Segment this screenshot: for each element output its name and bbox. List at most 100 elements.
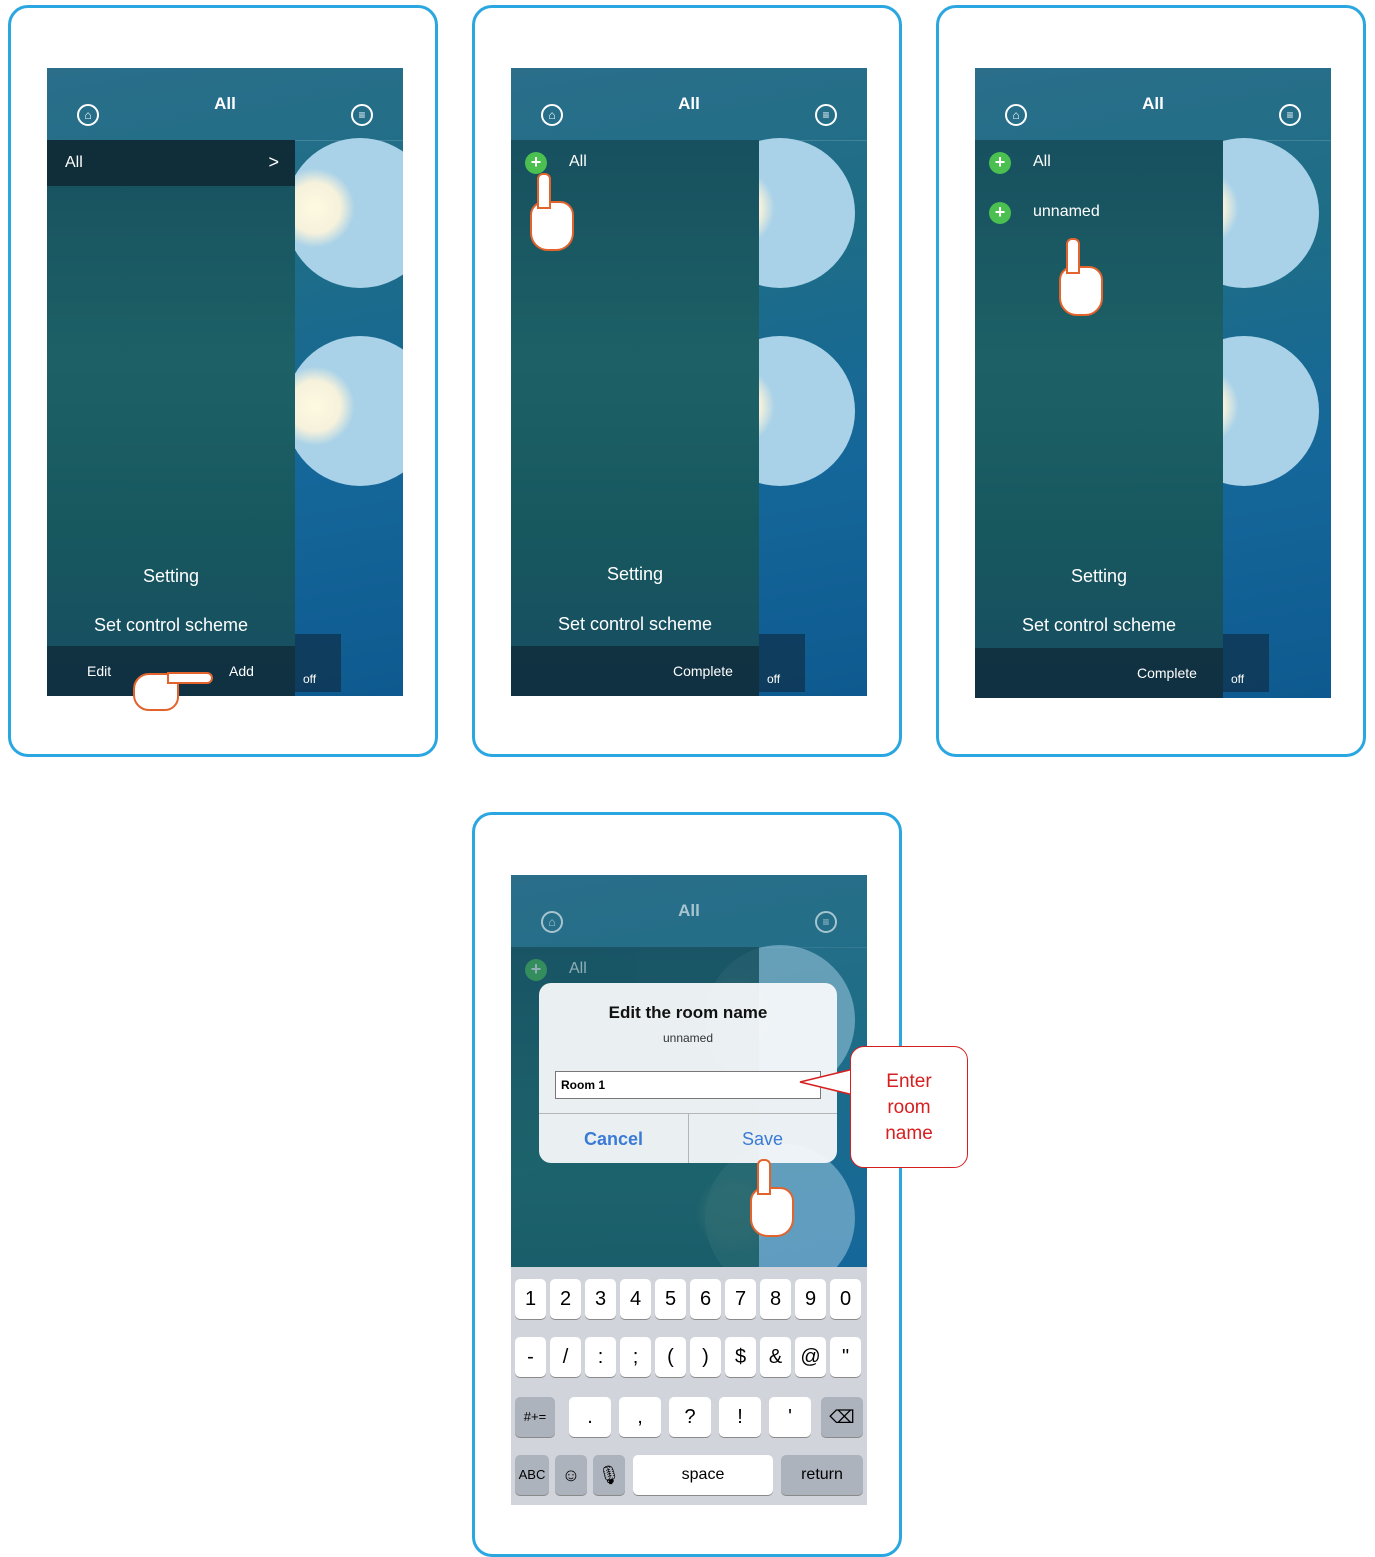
lamp-card-2[interactable] xyxy=(275,336,403,486)
off-button[interactable]: off xyxy=(293,634,341,692)
symbols-toggle-key[interactable]: #+= xyxy=(515,1397,555,1437)
page-title: All xyxy=(678,94,700,113)
home-icon[interactable]: ⌂ xyxy=(1005,104,1027,126)
menu-icon[interactable]: ≡ xyxy=(815,911,837,933)
enter-room-name-callout: Enter room name xyxy=(850,1046,968,1168)
home-icon[interactable]: ⌂ xyxy=(77,104,99,126)
app-screen-1: ⌂ All ≡ off All > Setting Set control sc… xyxy=(47,68,403,696)
emoji-key[interactable]: ☺ xyxy=(555,1455,587,1495)
key-7[interactable]: 8 xyxy=(760,1279,791,1319)
symbol-key-0[interactable]: - xyxy=(515,1337,546,1377)
menu-icon[interactable]: ≡ xyxy=(1279,104,1301,126)
dialog-title: Edit the room name xyxy=(608,1003,768,1022)
punctuation-key-4[interactable]: ' xyxy=(769,1397,811,1437)
space-key[interactable]: space xyxy=(633,1455,773,1495)
add-icon[interactable]: + xyxy=(989,202,1011,224)
add-button[interactable]: Add xyxy=(229,663,254,679)
edit-room-dialog: Edit the room name unnamed Room 1 Cancel… xyxy=(539,983,837,1163)
room-name-input[interactable]: Room 1 xyxy=(555,1071,821,1099)
edit-button[interactable]: Edit xyxy=(87,663,111,679)
add-icon[interactable]: + xyxy=(525,959,547,981)
top-bar: ⌂ All ≡ xyxy=(975,68,1331,141)
punctuation-key-1[interactable]: , xyxy=(619,1397,661,1437)
off-button[interactable]: off xyxy=(757,634,805,692)
app-screen-3: ⌂ All ≡ off + All + unnamed Setting Set … xyxy=(975,68,1331,698)
drawer-item-label: All xyxy=(65,154,83,171)
top-bar: ⌂ All ≡ xyxy=(511,68,867,141)
symbol-key-7[interactable]: & xyxy=(760,1337,791,1377)
page-title: All xyxy=(1142,94,1164,113)
key-3[interactable]: 4 xyxy=(620,1279,651,1319)
menu-icon[interactable]: ≡ xyxy=(351,104,373,126)
set-control-scheme-link[interactable]: Set control scheme xyxy=(47,615,295,636)
punctuation-key-0[interactable]: . xyxy=(569,1397,611,1437)
symbol-key-8[interactable]: @ xyxy=(795,1337,826,1377)
symbol-key-6[interactable]: $ xyxy=(725,1337,756,1377)
backspace-key[interactable]: ⌫ xyxy=(821,1397,863,1437)
drawer-item-all[interactable]: + All xyxy=(975,144,1223,184)
drawer-bottom-bar: Complete xyxy=(511,646,759,696)
symbol-key-9[interactable]: " xyxy=(830,1337,861,1377)
punctuation-key-3[interactable]: ! xyxy=(719,1397,761,1437)
pointing-hand-icon xyxy=(530,173,574,251)
key-8[interactable]: 9 xyxy=(795,1279,826,1319)
setting-link[interactable]: Setting xyxy=(47,566,295,587)
complete-button[interactable]: Complete xyxy=(1137,665,1197,681)
symbol-key-1[interactable]: / xyxy=(550,1337,581,1377)
setting-link[interactable]: Setting xyxy=(511,564,759,585)
numeric-keyboard: 1234567890 - /:;() $ & @ " #+= ⌫ .,?! ' ABC ☺ … xyxy=(511,1267,867,1505)
key-5[interactable]: 6 xyxy=(690,1279,721,1319)
off-label: off xyxy=(767,672,781,686)
key-1[interactable]: 2 xyxy=(550,1279,581,1319)
symbol-key-4[interactable]: ( xyxy=(655,1337,686,1377)
abc-key[interactable]: ABC xyxy=(515,1455,549,1495)
key-2[interactable]: 3 xyxy=(585,1279,616,1319)
pointing-hand-icon xyxy=(133,672,213,711)
key-6[interactable]: 7 xyxy=(725,1279,756,1319)
page-title: All xyxy=(214,94,236,113)
setting-link[interactable]: Setting xyxy=(975,566,1223,587)
menu-icon[interactable]: ≡ xyxy=(815,104,837,126)
callout-line: room xyxy=(887,1097,931,1118)
cancel-button[interactable]: Cancel xyxy=(539,1113,689,1163)
drawer-item-all[interactable]: All > xyxy=(47,140,295,186)
chevron-right-icon: > xyxy=(268,152,279,172)
off-label: off xyxy=(1231,672,1245,686)
add-icon[interactable]: + xyxy=(989,152,1011,174)
set-control-scheme-link[interactable]: Set control scheme xyxy=(975,615,1223,636)
home-icon[interactable]: ⌂ xyxy=(541,911,563,933)
symbol-key-2[interactable]: : xyxy=(585,1337,616,1377)
drawer-item-label: All xyxy=(569,153,587,170)
key-9[interactable]: 0 xyxy=(830,1279,861,1319)
off-button[interactable]: off xyxy=(1221,634,1269,692)
punctuation-key-2[interactable]: ? xyxy=(669,1397,711,1437)
step-panel-1: ⌂ All ≡ off All > Setting Set control sc… xyxy=(8,5,438,757)
step-panel-3: ⌂ All ≡ off + All + unnamed Setting Set … xyxy=(936,5,1366,757)
key-0[interactable]: 1 xyxy=(515,1279,546,1319)
dialog-subtitle: unnamed xyxy=(662,1031,714,1045)
set-control-scheme-link[interactable]: Set control scheme xyxy=(511,614,759,635)
app-screen-2: ⌂ All ≡ off + All Setting Set control sc… xyxy=(511,68,867,696)
off-label: off xyxy=(303,672,317,686)
pointing-hand-icon xyxy=(1059,238,1103,316)
save-button[interactable]: Save xyxy=(688,1113,837,1163)
drawer-item-unnamed[interactable]: + unnamed xyxy=(975,194,1223,234)
home-icon[interactable]: ⌂ xyxy=(541,104,563,126)
microphone-key[interactable]: 🎙 xyxy=(593,1455,625,1495)
drawer-bottom-bar: Complete xyxy=(975,648,1223,698)
return-key[interactable]: return xyxy=(781,1455,863,1495)
pointing-hand-icon xyxy=(750,1159,794,1237)
drawer-item-label: All xyxy=(569,960,587,977)
drawer-item-label: unnamed xyxy=(1033,203,1100,220)
add-icon[interactable]: + xyxy=(525,152,547,174)
symbol-key-5[interactable]: ) xyxy=(690,1337,721,1377)
page-title: All xyxy=(678,901,700,920)
key-4[interactable]: 5 xyxy=(655,1279,686,1319)
complete-button[interactable]: Complete xyxy=(673,663,733,679)
symbol-key-3[interactable]: ; xyxy=(620,1337,651,1377)
step-panel-4: ⌂ All ≡ + All Edit the room name unnamed… xyxy=(472,812,902,1557)
lamp-card-1[interactable] xyxy=(275,138,403,288)
top-bar: ⌂ All ≡ xyxy=(511,875,867,948)
callout-line: Enter xyxy=(886,1071,932,1092)
side-drawer: All > Setting Set control scheme Edit Ad… xyxy=(47,140,295,696)
